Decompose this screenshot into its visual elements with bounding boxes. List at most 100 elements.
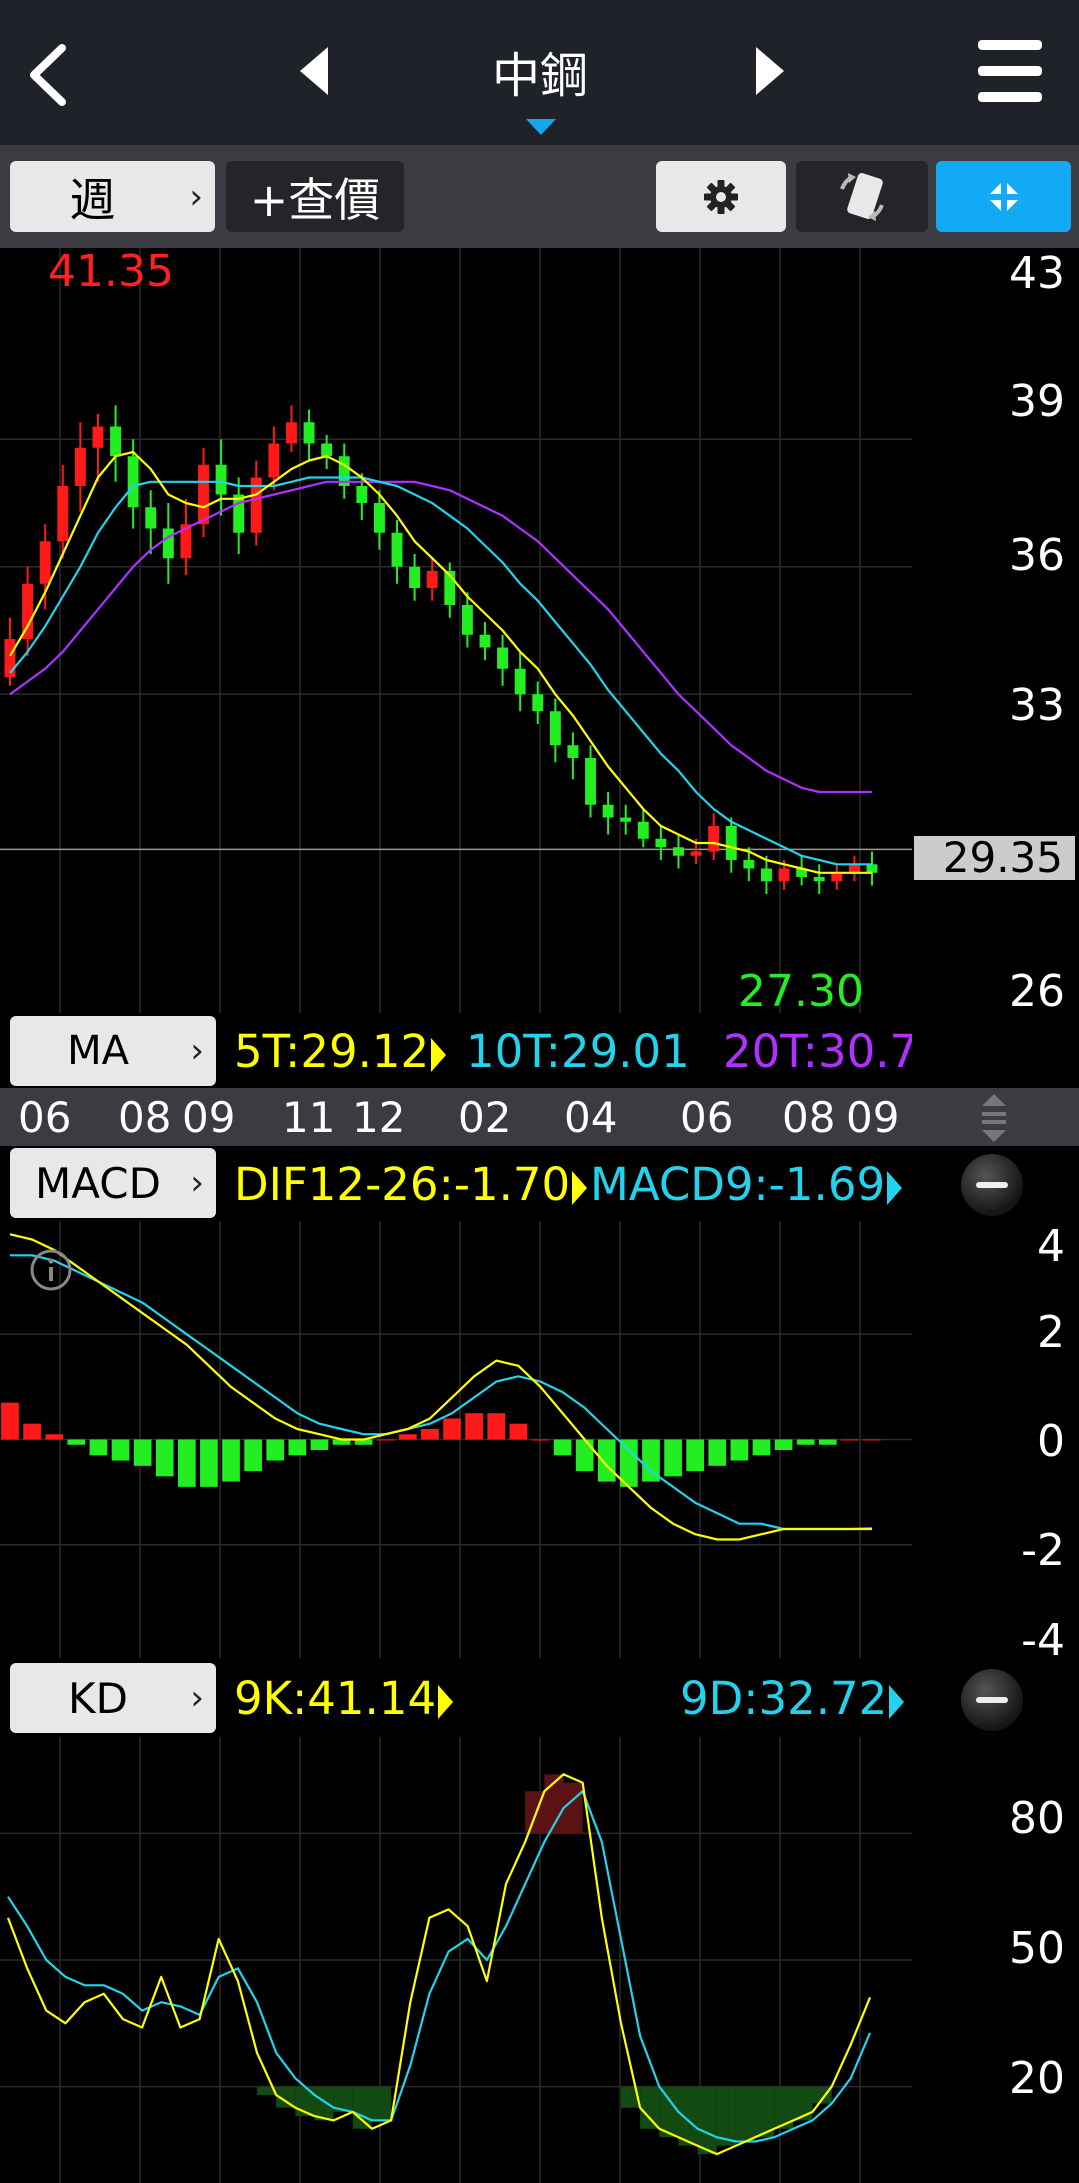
- chevron-right-icon: ›: [189, 176, 203, 217]
- collapse-macd-button[interactable]: [961, 1154, 1023, 1216]
- macd9-legend: MACD9:-1.69: [590, 1158, 903, 1211]
- osc-bar: [863, 1439, 881, 1441]
- dropdown-caret-icon[interactable]: [526, 119, 556, 137]
- candle-body: [567, 745, 579, 758]
- candle-body: [162, 528, 174, 559]
- macd-chart[interactable]: [0, 1221, 912, 1658]
- y-tick: 36: [1009, 530, 1065, 581]
- candle-body: [215, 464, 227, 495]
- osc-bar: [553, 1439, 572, 1456]
- osc-bar: [818, 1439, 837, 1445]
- collapse-kd-button[interactable]: [961, 1669, 1023, 1731]
- candle-body: [655, 838, 667, 848]
- osc-bar: [310, 1439, 329, 1451]
- osc-bar: [222, 1439, 240, 1482]
- osc-bar: [288, 1439, 307, 1456]
- candle-body: [497, 647, 509, 669]
- y-tick: 43: [1009, 248, 1065, 299]
- kd-y-axis: 80 50 20: [912, 1737, 1079, 2183]
- oversold-fill: [371, 2086, 392, 2121]
- osc-bar: [67, 1439, 86, 1445]
- macd-legend-row: MACD › DIF12-26:-1.70 MACD9:-1.69: [0, 1146, 912, 1221]
- hamburger-menu-icon[interactable]: [978, 38, 1042, 104]
- date-tick: 09: [846, 1093, 900, 1142]
- dif-value: DIF12-26:-1.70: [234, 1158, 571, 1211]
- date-tick: 09: [182, 1093, 236, 1142]
- date-tick: 12: [352, 1093, 406, 1142]
- date-tick: 08: [782, 1093, 836, 1142]
- kd-chart[interactable]: [0, 1737, 912, 2183]
- candle-body: [673, 847, 684, 856]
- ma10-legend: 10T:29.01: [466, 1025, 690, 1078]
- price-candlestick-chart[interactable]: [0, 248, 912, 1013]
- triangle-right-icon[interactable]: [752, 45, 788, 97]
- osc-bar: [796, 1439, 815, 1445]
- candle-body: [426, 571, 438, 588]
- d-value: 9D:32.72: [680, 1672, 888, 1725]
- osc-bar: [155, 1439, 174, 1477]
- fullscreen-toggle-button[interactable]: [936, 161, 1071, 232]
- macd-selector-label: MACD: [35, 1158, 161, 1208]
- settings-button[interactable]: [656, 161, 786, 232]
- page-title: 中鋼: [491, 48, 588, 104]
- low-price-label: 27.30: [738, 966, 864, 1017]
- current-price-tag: 29.35: [914, 836, 1075, 880]
- candle-body: [637, 821, 649, 839]
- candle-body: [813, 877, 825, 882]
- macd-selector-button[interactable]: MACD ›: [10, 1148, 216, 1218]
- price-y-axis: 43 39 36 33 26 29.35: [912, 248, 1079, 1017]
- flag-icon: [572, 1171, 588, 1205]
- ma5-value: 5T:29.12: [234, 1025, 430, 1078]
- date-tick: 08: [118, 1093, 172, 1142]
- macd-y-axis: 4 2 0 -2 -4: [912, 1221, 1079, 1666]
- ma20-legend: 20T:30.7: [723, 1025, 912, 1078]
- osc-bar: [686, 1439, 705, 1472]
- header-bar: 中鋼: [0, 0, 1079, 145]
- resize-handle-icon[interactable]: [980, 1092, 1008, 1144]
- candle-body: [268, 443, 280, 478]
- ma-selector-label: MA: [67, 1028, 129, 1074]
- osc-bar: [841, 1439, 859, 1441]
- y-tick: -2: [1021, 1525, 1065, 1576]
- ma5-legend: 5T:29.12: [234, 1025, 447, 1078]
- osc-bar: [465, 1413, 483, 1440]
- y-tick: -4: [1021, 1615, 1065, 1666]
- ma-selector-button[interactable]: MA ›: [10, 1016, 216, 1086]
- osc-bar: [45, 1434, 64, 1440]
- date-tick: 06: [18, 1093, 72, 1142]
- flag-icon: [889, 1685, 905, 1719]
- osc-bar: [111, 1439, 130, 1461]
- candle-body: [110, 426, 122, 457]
- osc-bar: [774, 1439, 793, 1451]
- candle-body: [778, 868, 790, 882]
- date-tick: 04: [564, 1093, 618, 1142]
- kd-selector-button[interactable]: KD ›: [10, 1663, 216, 1733]
- info-icon[interactable]: [28, 1247, 74, 1293]
- y-tick: 33: [1009, 680, 1065, 731]
- candle-body: [620, 817, 632, 822]
- flag-icon: [431, 1038, 447, 1072]
- collapse-arrows-icon: [989, 182, 1018, 211]
- osc-bar: [752, 1439, 771, 1456]
- candle-body: [532, 694, 544, 712]
- candle-body: [585, 758, 596, 805]
- quote-button[interactable]: +查價: [226, 161, 404, 232]
- candle-body: [708, 826, 720, 852]
- candle-body: [39, 541, 51, 584]
- rotate-screen-button[interactable]: [796, 161, 928, 232]
- osc-bar: [376, 1439, 395, 1441]
- candle-body: [74, 447, 86, 486]
- candle-body: [866, 864, 878, 873]
- gear-icon: [704, 179, 738, 214]
- triangle-left-icon[interactable]: [296, 45, 332, 97]
- period-selector-button[interactable]: 週 ›: [10, 161, 215, 232]
- candle-body: [848, 864, 860, 873]
- chevron-left-icon[interactable]: [22, 42, 72, 108]
- candle-body: [831, 872, 843, 882]
- osc-bar: [23, 1423, 41, 1440]
- oversold-fill: [640, 2086, 660, 2129]
- macd9-value: MACD9:-1.69: [590, 1158, 886, 1211]
- rotate-screen-icon: [840, 172, 884, 221]
- osc-bar: [597, 1439, 616, 1482]
- candle-body: [602, 804, 614, 818]
